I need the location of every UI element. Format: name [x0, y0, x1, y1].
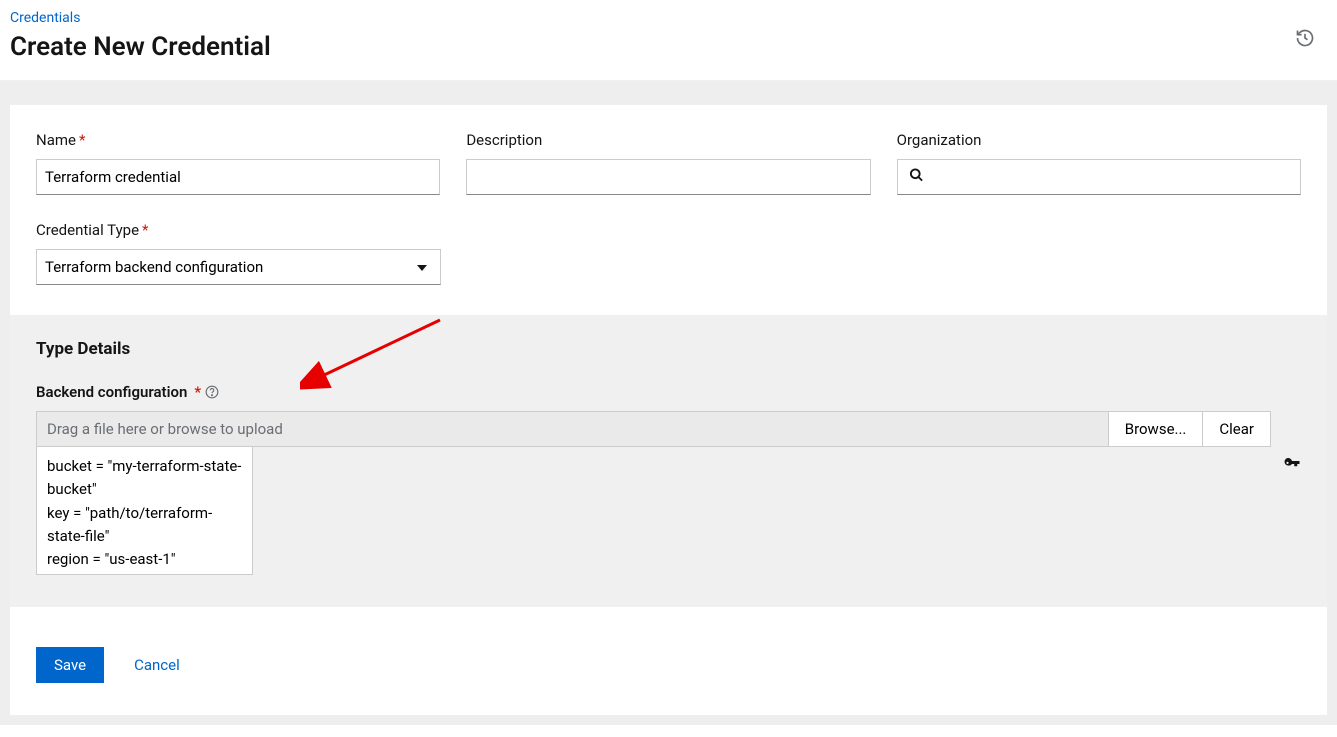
credential-type-select[interactable] — [36, 249, 441, 285]
page-header: Credentials Create New Credential — [0, 0, 1337, 81]
cancel-button[interactable]: Cancel — [134, 656, 180, 674]
history-icon[interactable] — [1295, 28, 1315, 52]
form-body: Name* Description Organization — [0, 81, 1337, 725]
backend-config-textarea[interactable] — [36, 447, 253, 575]
form-card: Name* Description Organization — [10, 105, 1327, 715]
description-label: Description — [466, 131, 870, 149]
name-input[interactable] — [36, 159, 440, 195]
required-star: * — [194, 383, 201, 401]
name-label: Name* — [36, 131, 440, 149]
search-icon — [909, 168, 924, 187]
browse-button[interactable]: Browse... — [1109, 411, 1204, 447]
page-title: Create New Credential — [10, 32, 1327, 62]
key-icon[interactable] — [1283, 411, 1301, 477]
required-star: * — [79, 131, 85, 149]
required-star: * — [142, 221, 148, 239]
file-drop-zone[interactable]: Drag a file here or browse to upload — [36, 411, 1109, 447]
type-details-heading: Type Details — [36, 339, 1301, 359]
help-icon[interactable] — [205, 385, 219, 399]
backend-config-label: Backend configuration * — [36, 383, 1301, 401]
save-button[interactable]: Save — [36, 647, 104, 683]
credential-type-label: Credential Type* — [36, 221, 1301, 239]
description-input[interactable] — [466, 159, 870, 195]
clear-button[interactable]: Clear — [1203, 411, 1271, 447]
basic-fields-section: Name* Description Organization — [10, 105, 1327, 315]
organization-input[interactable] — [897, 159, 1301, 195]
credential-type-value[interactable] — [36, 249, 441, 285]
organization-label: Organization — [897, 131, 1301, 149]
type-details-section: Type Details Backend configuration * Dra… — [10, 315, 1327, 607]
breadcrumb-credentials[interactable]: Credentials — [10, 10, 1327, 26]
form-actions: Save Cancel — [10, 607, 1327, 715]
